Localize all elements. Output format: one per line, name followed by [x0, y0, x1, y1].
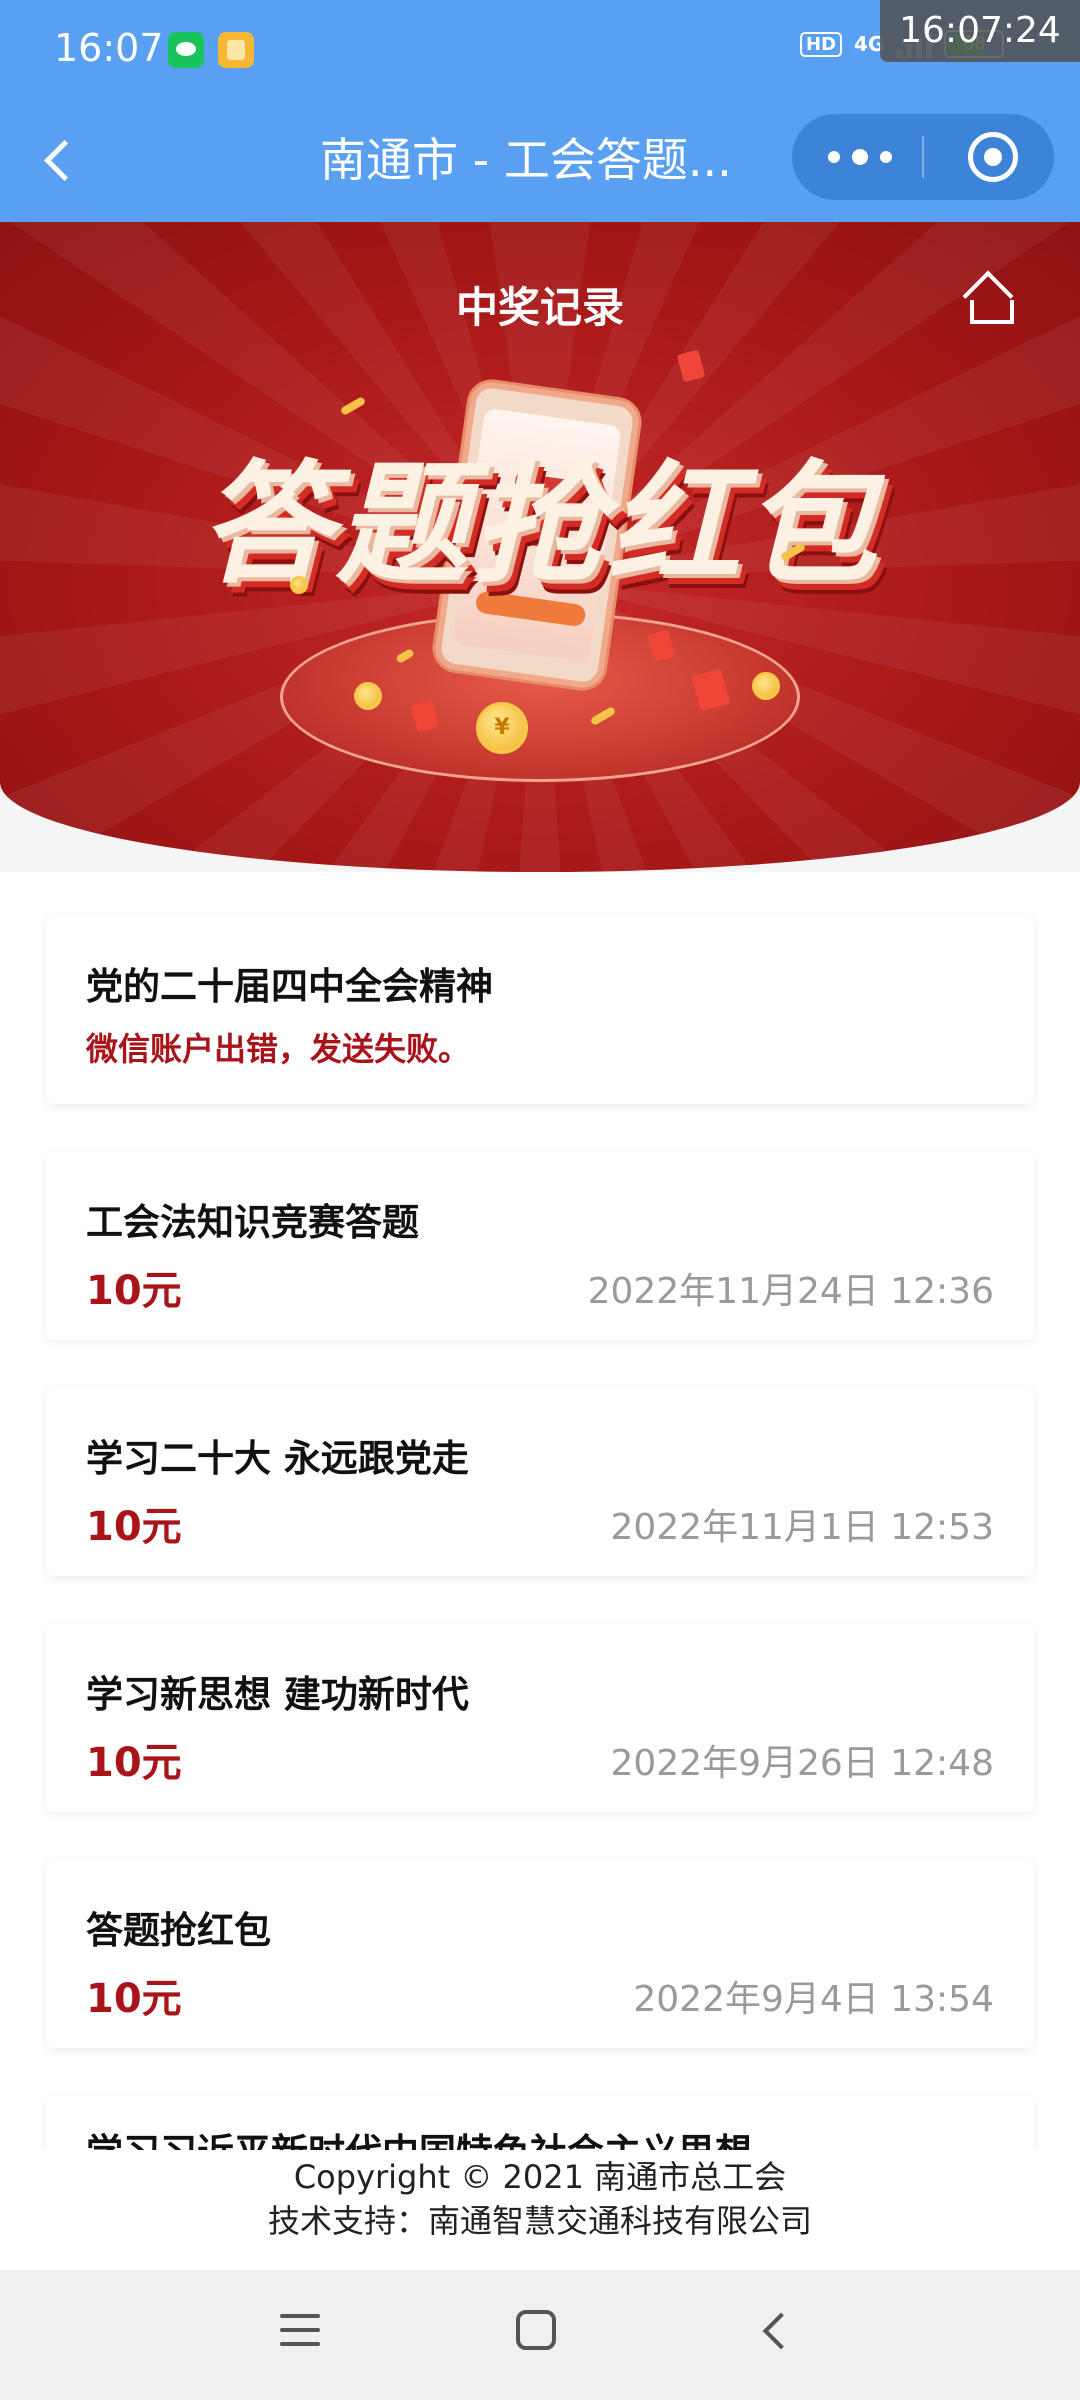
record-amount: 10元 — [86, 1740, 182, 1786]
record-time: 2022年11月24日 12:36 — [587, 1271, 994, 1312]
mini-program-title-bar: 南通市 - 工会答题... — [0, 96, 1080, 222]
record-amount: 10元 — [86, 1504, 182, 1550]
capsule-divider — [922, 136, 924, 178]
status-time: 16:07 — [54, 26, 164, 70]
back-icon[interactable] — [36, 132, 92, 188]
record-time: 2022年9月4日 13:54 — [633, 1979, 994, 2020]
more-icon[interactable] — [828, 144, 892, 170]
nav-menu-icon[interactable] — [280, 2310, 320, 2350]
close-miniprogram-icon[interactable] — [968, 132, 1018, 182]
notes-notification-icon — [218, 32, 254, 68]
slogan-text: 答题抢红包 — [200, 448, 880, 602]
record-time: 2022年9月26日 12:48 — [610, 1743, 994, 1784]
record-card[interactable]: 党的二十届四中全会精神 微信账户出错，发送失败。 — [46, 916, 1034, 1104]
coin-icon: ¥ — [476, 702, 528, 754]
banner-title: 中奖记录 — [455, 283, 624, 332]
wechat-notification-icon — [168, 32, 204, 68]
mini-program-capsule — [792, 114, 1054, 200]
clock-overlay: 16:07:24 — [880, 0, 1080, 62]
record-amount: 10元 — [86, 1268, 182, 1314]
status-bar: 16:07 HD 4G 68 16:07:24 — [0, 0, 1080, 96]
record-time: 2022年11月1日 12:53 — [610, 1507, 994, 1548]
record-card[interactable]: 学习新思想 建功新时代 10元 2022年9月26日 12:48 — [46, 1624, 1034, 1812]
record-amount: 10元 — [86, 1976, 182, 2022]
banner: 中奖记录 答题抢红包 ¥ — [0, 222, 1080, 872]
coin-icon — [354, 682, 382, 710]
footer: Copyright © 2021 南通市总工会 技术支持：南通智慧交通科技有限公… — [0, 2150, 1080, 2270]
coin-icon — [752, 672, 780, 700]
nav-home-icon[interactable] — [516, 2310, 556, 2350]
coin-icon — [290, 576, 308, 594]
record-title: 工会法知识竞赛答题 — [86, 1201, 419, 1244]
records-list: 党的二十届四中全会精神 微信账户出错，发送失败。 工会法知识竞赛答题 10元 2… — [0, 872, 1080, 2150]
record-card[interactable]: 学习二十大 永远跟党走 10元 2022年11月1日 12:53 — [46, 1388, 1034, 1576]
record-card[interactable]: 答题抢红包 10元 2022年9月4日 13:54 — [46, 1860, 1034, 2048]
record-title: 答题抢红包 — [86, 1909, 271, 1952]
record-title: 学习二十大 永远跟党走 — [86, 1437, 469, 1480]
record-error: 微信账户出错，发送失败。 — [86, 1030, 471, 1068]
page-title: 南通市 - 工会答题... — [320, 133, 732, 187]
support-text: 技术支持：南通智慧交通科技有限公司 — [267, 2202, 812, 2240]
copyright-text: Copyright © 2021 南通市总工会 — [293, 2158, 787, 2196]
record-title: 学习新思想 建功新时代 — [86, 1673, 469, 1716]
nav-back-icon[interactable] — [752, 2310, 792, 2350]
record-title: 党的二十届四中全会精神 — [86, 965, 493, 1008]
record-card[interactable]: 工会法知识竞赛答题 10元 2022年11月24日 12:36 — [46, 1152, 1034, 1340]
system-nav-bar — [0, 2270, 1080, 2400]
hd-icon: HD — [800, 31, 843, 57]
home-icon[interactable] — [958, 270, 1018, 326]
